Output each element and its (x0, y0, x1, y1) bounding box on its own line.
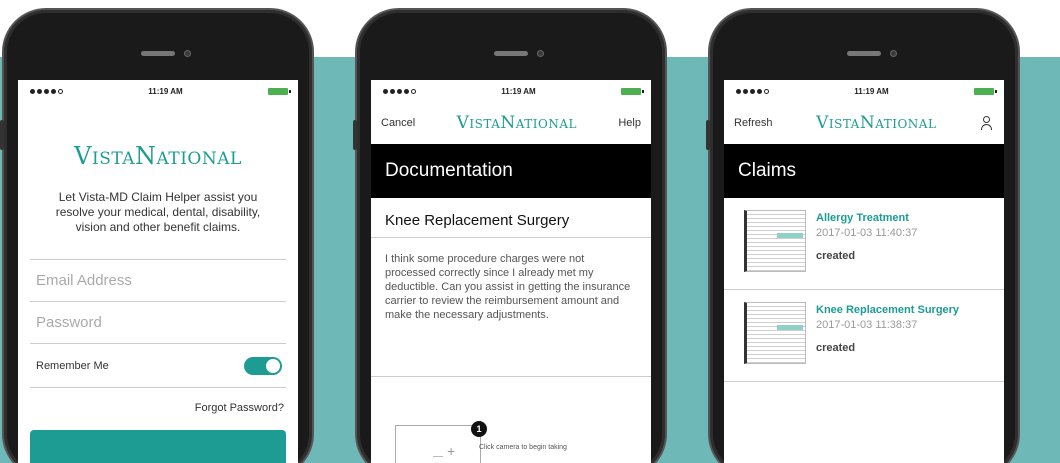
claims-screen: 11:19 AM Refresh VistaNational Claims Al… (724, 80, 1004, 463)
password-field[interactable]: Password (30, 302, 286, 344)
status-time: 11:19 AM (148, 86, 183, 96)
intro-text: Let Vista-MD Claim Helper assist you res… (55, 190, 261, 234)
status-bar: 11:19 AM (18, 80, 298, 102)
page-title: Claims (724, 144, 1004, 198)
attachment-area: + 1 Click camera to begin taking (371, 377, 651, 463)
claim-info: Knee Replacement Surgery 2017-01-03 11:3… (816, 302, 959, 381)
nav-bar: Refresh VistaNational (724, 102, 1004, 144)
claim-status: created (816, 342, 856, 354)
claim-datetime: 2017-01-03 11:40:37 (816, 227, 918, 239)
signal-icon (30, 88, 63, 94)
refresh-button[interactable]: Refresh (734, 117, 773, 129)
phone-speaker (494, 51, 528, 56)
remember-me-toggle[interactable] (244, 356, 282, 375)
camera-hint: Click camera to begin taking (479, 444, 567, 451)
brand-logo: VistaNational (456, 113, 577, 133)
claim-name: Knee Replacement Surgery (816, 304, 960, 316)
user-icon[interactable] (980, 116, 994, 130)
battery-icon (267, 87, 291, 95)
remember-me-row: Remember Me (30, 344, 286, 388)
plus-icon: + (447, 443, 456, 459)
page-title: Documentation (371, 144, 651, 198)
status-bar: 11:19 AM (724, 80, 1004, 102)
nav-bar: Cancel VistaNational Help (371, 102, 651, 144)
brand-logo: VistaNational (816, 113, 937, 133)
claim-info: Allergy Treatment 2017-01-03 11:40:37 cr… (816, 210, 917, 289)
email-field[interactable]: Email Address (30, 259, 286, 302)
camera-add-box[interactable] (395, 425, 481, 463)
status-time: 11:19 AM (854, 86, 889, 96)
status-bar: 11:19 AM (371, 80, 651, 102)
phone-documentation: 11:19 AM Cancel VistaNational Help Docum… (353, 8, 667, 463)
phone-camera (890, 50, 897, 57)
step-badge: 1 (471, 421, 487, 437)
sign-in-button[interactable] (30, 430, 286, 463)
phone-speaker (847, 51, 881, 56)
document-thumbnail (744, 210, 806, 272)
cancel-button[interactable]: Cancel (381, 117, 415, 129)
status-time: 11:19 AM (501, 86, 536, 96)
claim-title: Knee Replacement Surgery (371, 198, 651, 238)
claim-description: I think some procedure charges were not … (371, 238, 651, 377)
claim-list-item[interactable]: Knee Replacement Surgery 2017-01-03 11:3… (724, 290, 1004, 382)
phone-side-button (353, 120, 357, 150)
remember-me-label: Remember Me (36, 359, 109, 372)
divider (433, 456, 443, 457)
phone-speaker (141, 51, 175, 56)
login-screen: 11:19 AM VistaNational Let Vista-MD Clai… (18, 80, 298, 463)
phone-side-button (0, 120, 4, 150)
claim-name: Allergy Treatment (816, 212, 909, 224)
forgot-password-link[interactable]: Forgot Password? (18, 388, 298, 414)
signal-icon (736, 88, 769, 94)
phone-camera (537, 50, 544, 57)
documentation-screen: 11:19 AM Cancel VistaNational Help Docum… (371, 80, 651, 463)
claim-list-item[interactable]: Allergy Treatment 2017-01-03 11:40:37 cr… (724, 198, 1004, 290)
claim-datetime: 2017-01-03 11:38:37 (816, 319, 918, 331)
phone-side-button (706, 120, 710, 150)
signal-icon (383, 88, 416, 94)
help-button[interactable]: Help (618, 117, 641, 129)
battery-icon (620, 87, 644, 95)
phone-camera (184, 50, 191, 57)
document-thumbnail (744, 302, 806, 364)
claim-status: created (816, 250, 856, 262)
battery-icon (973, 87, 997, 95)
brand-logo: VistaNational (74, 142, 242, 170)
phone-claims: 11:19 AM Refresh VistaNational Claims Al… (706, 8, 1020, 463)
phone-login: 11:19 AM VistaNational Let Vista-MD Clai… (0, 8, 314, 463)
